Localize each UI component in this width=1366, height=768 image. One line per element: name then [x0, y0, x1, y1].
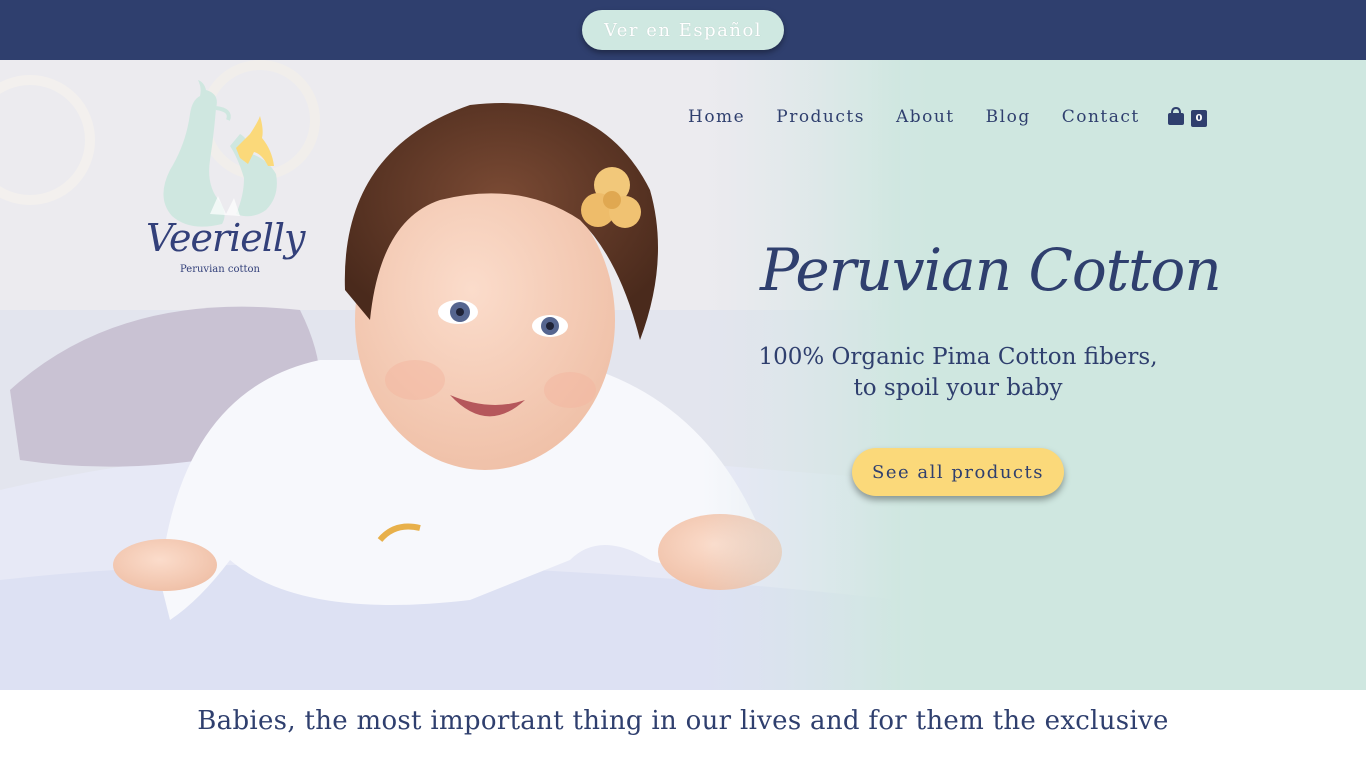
- language-switch-button[interactable]: Ver en Español: [582, 10, 784, 50]
- hero-banner: Veerielly Peruvian cotton Home Products …: [0, 60, 1366, 690]
- nav-about[interactable]: About: [896, 107, 955, 127]
- nav-products[interactable]: Products: [776, 107, 865, 127]
- see-all-products-button[interactable]: See all products: [852, 448, 1064, 496]
- hero-subtitle-line-1: 100% Organic Pima Cotton fibers,: [758, 344, 1158, 370]
- nav-home[interactable]: Home: [688, 107, 745, 127]
- hero-subtitle: 100% Organic Pima Cotton fibers, to spoi…: [740, 342, 1176, 404]
- hero-title: Peruvian Cotton: [760, 236, 1222, 304]
- cart-count-badge: 0: [1191, 110, 1207, 127]
- hero-subtitle-line-2: to spoil your baby: [853, 375, 1063, 401]
- top-bar: Ver en Español: [0, 0, 1366, 60]
- nav-contact[interactable]: Contact: [1062, 107, 1140, 127]
- nav-blog[interactable]: Blog: [986, 107, 1031, 127]
- main-nav: Home Products About Blog Contact: [688, 106, 1171, 128]
- tagline-heading: Babies, the most important thing in our …: [197, 706, 1169, 736]
- logo-wordmark: Veerielly: [146, 216, 306, 260]
- cart-button[interactable]: 0: [1166, 106, 1210, 128]
- logo-subtitle: Peruvian cotton: [180, 264, 260, 275]
- shopping-bag-icon: [1168, 107, 1184, 125]
